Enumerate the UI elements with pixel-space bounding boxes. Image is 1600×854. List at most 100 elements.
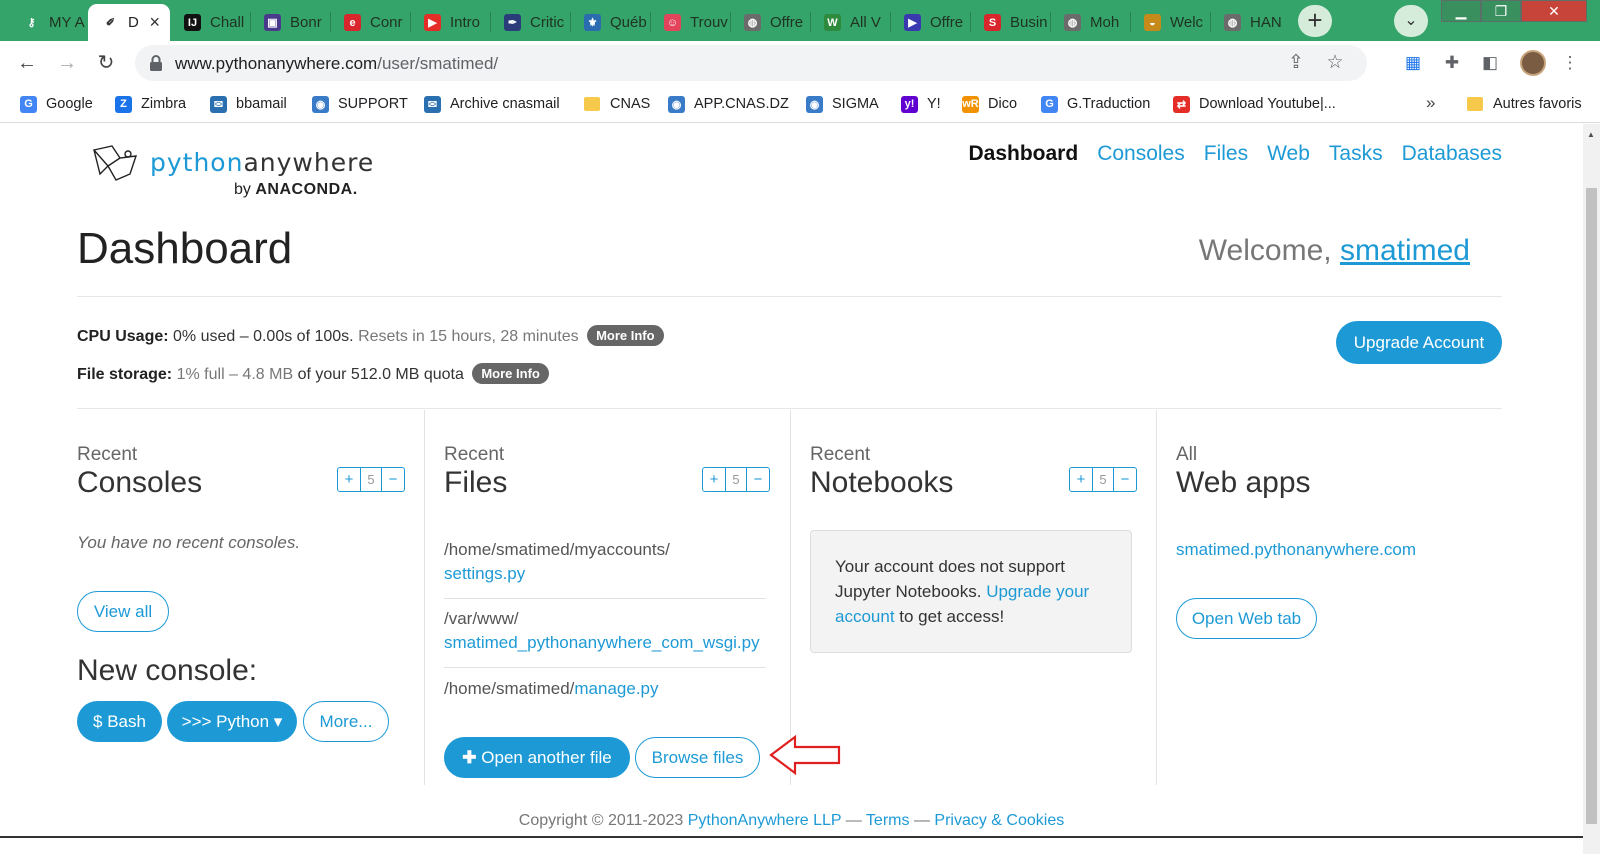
file-divider [444,667,766,668]
bash-console-button[interactable]: $ Bash [77,701,162,742]
bookmark-item[interactable]: ◉ SIGMA [806,94,879,114]
scroll-up-icon[interactable]: ▲ [1587,130,1595,139]
nav-consoles[interactable]: Consoles [1097,142,1185,166]
storage-more-info-button[interactable]: More Info [472,363,549,384]
star-icon[interactable]: ☆ [1324,52,1346,74]
bookmark-label: Y! [927,96,941,112]
nav-tasks[interactable]: Tasks [1329,142,1383,166]
wordreference-icon: wR [962,95,979,113]
nav-files[interactable]: Files [1204,142,1248,166]
bookmark-item[interactable]: y! Y! [901,94,941,114]
mail-icon: ✉ [210,95,227,113]
tab[interactable]: ◒ Welc [1130,4,1210,41]
nav-dashboard[interactable]: Dashboard [969,142,1079,166]
bookmark-item[interactable]: ✉ Archive cnasmail [424,94,560,114]
tab[interactable]: ⚜ Québ [570,4,650,41]
bookmark-item[interactable]: G G.Traduction [1041,94,1150,114]
tab[interactable]: ☺ Trouv [650,4,730,41]
tab-label: Moh [1090,14,1120,31]
new-console-heading: New console: [77,654,258,687]
increase-button[interactable]: + [703,468,725,491]
more-bookmarks-button[interactable]: » [1426,93,1435,113]
restore-button[interactable]: ❐ [1481,0,1521,22]
increase-button[interactable]: + [338,468,360,491]
company-link[interactable]: PythonAnywhere LLP [688,812,842,829]
more-consoles-button[interactable]: More... [303,701,389,742]
privacy-link[interactable]: Privacy & Cookies [934,812,1064,829]
scroll-thumb[interactable] [1586,188,1597,824]
tab[interactable]: e Conr [330,4,410,41]
open-another-file-button[interactable]: ✚ Open another file [444,737,630,778]
puzzle-icon[interactable]: ✚ [1440,51,1464,75]
tab[interactable]: ▣ Bonr [250,4,330,41]
decrease-button[interactable]: − [1114,468,1136,491]
bookmark-item[interactable]: CNAS [584,94,650,114]
globe-icon: ◍ [1064,14,1081,31]
footer-dash: — [845,812,862,829]
close-tab-icon[interactable]: × [149,13,160,31]
taskbar-edge [0,836,1583,838]
divider [77,296,1502,297]
increase-button[interactable]: + [1070,468,1092,491]
side-panel-icon[interactable]: ◧ [1478,51,1502,75]
tab[interactable]: ✒ Critic [490,4,570,41]
tab[interactable]: ◍ Moh [1050,4,1130,41]
tab[interactable]: ▶ Intro [410,4,490,41]
purple-square-icon: ▣ [264,14,281,31]
file-link[interactable]: manage.py [574,679,658,698]
tab[interactable]: ◍ Offre [730,4,810,41]
username-link[interactable]: smatimed [1340,234,1470,267]
menu-icon[interactable]: ⋮ [1558,51,1582,75]
tab[interactable]: S Busin [970,4,1050,41]
share-icon[interactable]: ⇪ [1285,52,1307,74]
address-bar[interactable]: www.pythonanywhere.com/user/smatimed/ ⇪ … [135,45,1367,81]
tab[interactable]: ⚷ MY A [9,4,88,41]
file-link[interactable]: settings.py [444,564,525,583]
terms-link[interactable]: Terms [866,812,910,829]
forward-button[interactable]: → [55,51,79,75]
profile-avatar[interactable] [1520,50,1546,76]
notebooks-heading: Notebooks [810,466,954,499]
bookmark-item[interactable]: ◉ APP.CNAS.DZ [668,94,789,114]
python-console-button[interactable]: >>> Python ▾ [167,701,297,742]
tab[interactable]: ◍ HAN [1210,4,1290,41]
back-button[interactable]: ← [15,51,39,75]
tab-label: Québ [610,14,647,31]
webapps-top-label: All [1176,444,1198,465]
tab[interactable]: IJ Chall [170,4,250,41]
recent-file-item: /home/smatimed/manage.py [444,677,766,701]
open-web-tab-button[interactable]: Open Web tab [1176,598,1317,639]
view-all-button[interactable]: View all [77,591,169,632]
tab-search-button[interactable]: ⌄ [1394,5,1428,37]
nav-databases[interactable]: Databases [1402,142,1502,166]
tab-active[interactable]: ✐ D × [88,4,170,41]
bookmark-other[interactable]: Autres favoris [1467,94,1582,114]
folder-icon [584,97,600,111]
nav-web[interactable]: Web [1267,142,1310,166]
webapp-link[interactable]: smatimed.pythonanywhere.com [1176,540,1416,560]
file-link[interactable]: smatimed_pythonanywhere_com_wsgi.py [444,631,766,655]
consoles-top-label: Recent [77,444,138,465]
bookmark-item[interactable]: ✉ bbamail [210,94,287,114]
minimize-button[interactable]: ▁ [1441,0,1481,22]
bookmark-item[interactable]: G Google [20,94,93,114]
decrease-button[interactable]: − [382,468,404,491]
bookmark-item[interactable]: ⇄ Download Youtube|... [1173,94,1336,114]
tab[interactable]: ▶ Offre [890,4,970,41]
upgrade-account-button[interactable]: Upgrade Account [1336,321,1502,364]
decrease-button[interactable]: − [747,468,769,491]
bookmark-item[interactable]: ◉ SUPPORT [312,94,408,114]
tab[interactable]: W All V [810,4,890,41]
close-window-button[interactable]: ✕ [1521,0,1587,22]
page-scrollbar[interactable]: ▲ [1583,124,1600,854]
download-icon: ⇄ [1173,95,1190,113]
browse-files-button[interactable]: Browse files [635,737,760,778]
bookmark-item[interactable]: wR Dico [962,94,1017,114]
extension-screen-icon[interactable]: ▦ [1401,51,1425,75]
new-tab-button[interactable]: + [1298,5,1332,37]
reload-button[interactable]: ↻ [94,51,118,75]
cpu-more-info-button[interactable]: More Info [587,325,664,346]
tab-label: All V [850,14,881,31]
url-text: www.pythonanywhere.com/user/smatimed/ [175,54,498,74]
bookmark-item[interactable]: Z Zimbra [115,94,186,114]
